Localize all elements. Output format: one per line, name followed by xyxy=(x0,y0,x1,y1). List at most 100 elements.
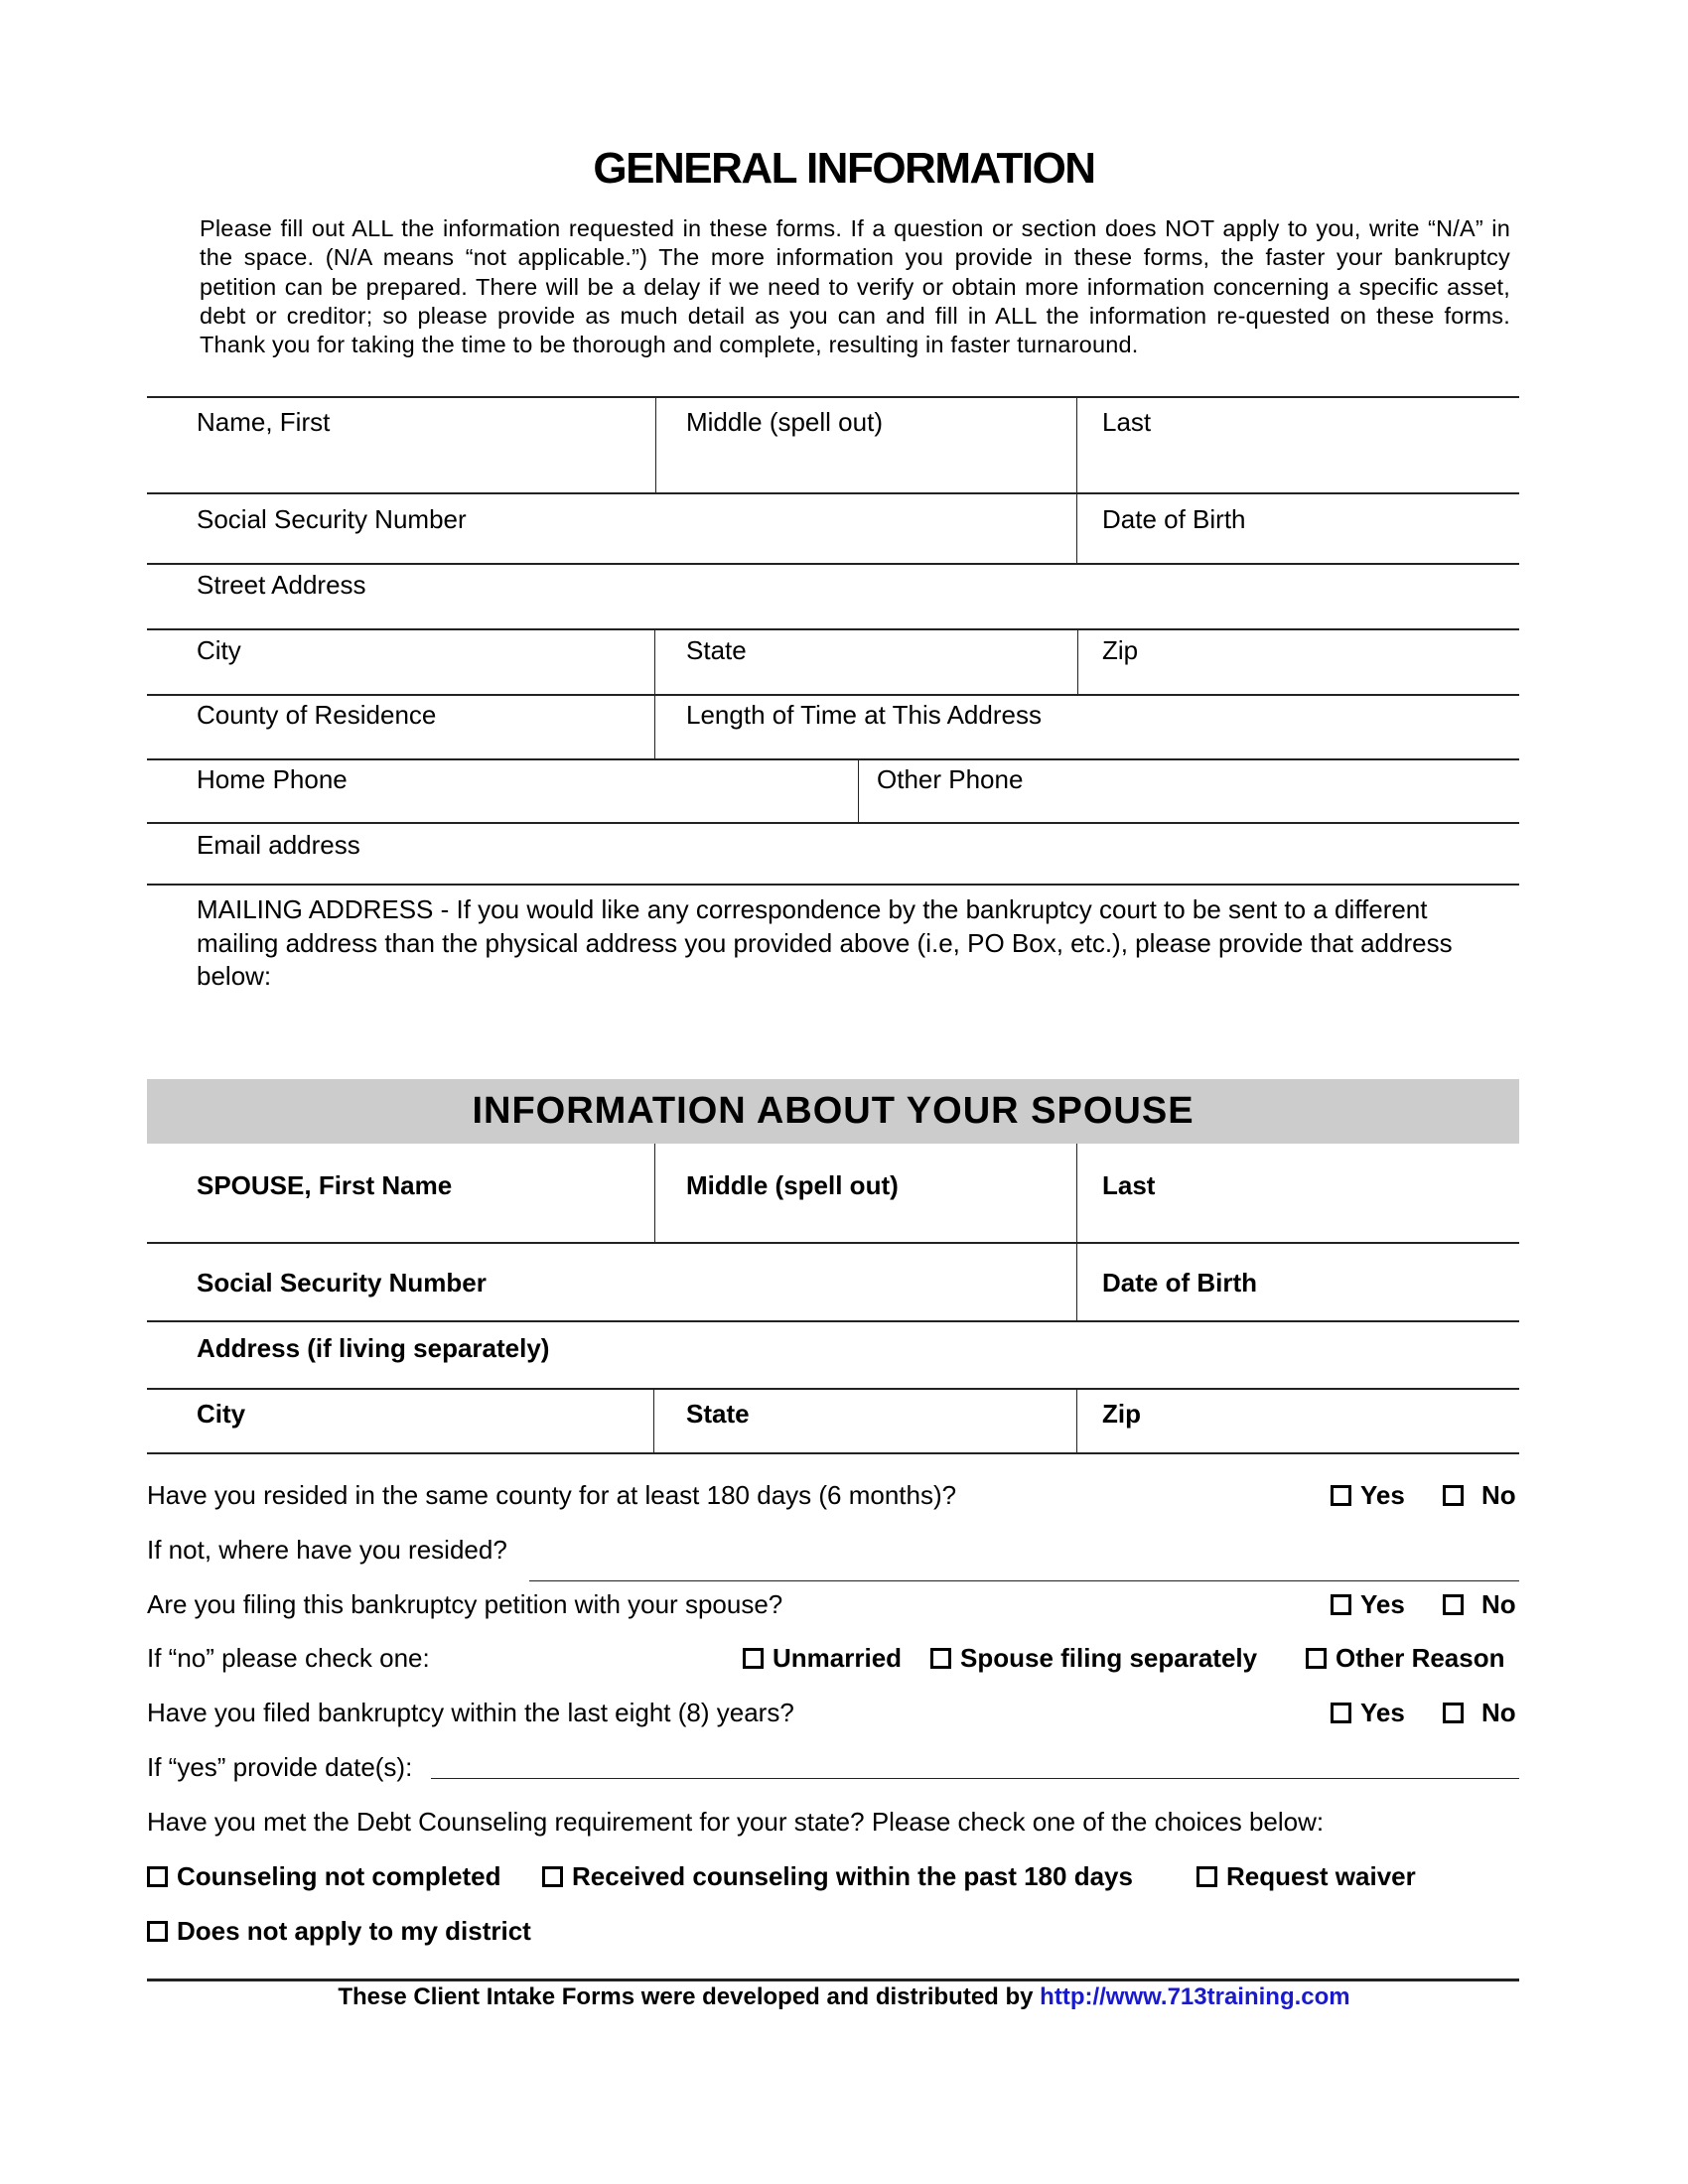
footer-text: These Client Intake Forms were developed… xyxy=(338,1983,1041,2010)
footer: These Client Intake Forms were developed… xyxy=(0,1983,1688,2011)
footer-divider xyxy=(147,1979,1519,1981)
home-phone-field[interactable]: Home Phone xyxy=(197,764,348,795)
other-phone-field[interactable]: Other Phone xyxy=(877,764,1023,795)
filing-with-spouse-yes-checkbox[interactable]: Yes xyxy=(1331,1589,1405,1620)
spouse-state-field[interactable]: State xyxy=(686,1399,750,1430)
email-field[interactable]: Email address xyxy=(197,830,360,861)
spouse-zip-field[interactable]: Zip xyxy=(1102,1399,1141,1430)
divider xyxy=(1076,397,1077,563)
spouse-filing-separately-label: Spouse filing separately xyxy=(960,1643,1258,1673)
spouse-dob-field[interactable]: Date of Birth xyxy=(1102,1268,1257,1298)
divider xyxy=(147,1320,1519,1322)
divider xyxy=(147,628,1519,630)
checkbox-icon xyxy=(1196,1866,1217,1887)
divider xyxy=(147,492,1519,494)
street-address-field[interactable]: Street Address xyxy=(197,570,366,601)
first-name-label: Name, First xyxy=(197,407,331,437)
last-name-label: Last xyxy=(1102,407,1152,437)
spouse-middle-name-field[interactable]: Middle (spell out) xyxy=(686,1170,899,1201)
filed-8-years-yes-checkbox[interactable]: Yes xyxy=(1331,1698,1405,1728)
spouse-filing-separately-checkbox[interactable]: Spouse filing separately xyxy=(930,1643,1257,1674)
divider xyxy=(147,822,1519,824)
yes-label: Yes xyxy=(1360,1480,1405,1510)
mailing-address-instructions: MAILING ADDRESS - If you would like any … xyxy=(197,894,1453,991)
checkbox-icon xyxy=(1443,1594,1464,1615)
received-counseling-checkbox[interactable]: Received counseling within the past 180 … xyxy=(542,1861,1133,1892)
spouse-ssn-label: Social Security Number xyxy=(197,1268,487,1297)
resided-no-checkbox[interactable]: No xyxy=(1443,1480,1516,1511)
divider xyxy=(147,884,1519,886)
filing-with-spouse-no-checkbox[interactable]: No xyxy=(1443,1589,1516,1620)
ssn-field[interactable]: Social Security Number xyxy=(197,504,467,535)
question-resided-180-days: Have you resided in the same county for … xyxy=(147,1480,957,1510)
question-filing-with-spouse: Are you filing this bankruptcy petition … xyxy=(147,1589,783,1619)
spouse-zip-label: Zip xyxy=(1102,1399,1141,1429)
email-label: Email address xyxy=(197,830,360,860)
spouse-address-label: Address (if living separately) xyxy=(197,1333,550,1363)
checkbox-icon xyxy=(743,1648,764,1669)
divider xyxy=(858,759,859,822)
unmarried-checkbox[interactable]: Unmarried xyxy=(743,1643,902,1674)
divider xyxy=(653,1389,654,1452)
checkbox-icon xyxy=(1443,1703,1464,1723)
checkbox-icon xyxy=(542,1866,563,1887)
spouse-first-name-label: SPOUSE, First Name xyxy=(197,1170,453,1200)
received-counseling-label: Received counseling within the past 180 … xyxy=(572,1861,1133,1891)
where-resided-input-line[interactable] xyxy=(529,1580,1519,1581)
divider xyxy=(147,758,1519,760)
unmarried-label: Unmarried xyxy=(773,1643,903,1673)
spouse-ssn-field[interactable]: Social Security Number xyxy=(197,1268,487,1298)
question-debt-counseling: Have you met the Debt Counseling require… xyxy=(147,1807,1325,1837)
no-label: No xyxy=(1481,1589,1516,1619)
does-not-apply-label: Does not apply to my district xyxy=(177,1916,531,1946)
checkbox-icon xyxy=(1331,1703,1351,1723)
divider xyxy=(1076,1389,1077,1452)
does-not-apply-checkbox[interactable]: Does not apply to my district xyxy=(147,1916,531,1947)
middle-name-field[interactable]: Middle (spell out) xyxy=(686,407,883,438)
divider xyxy=(147,694,1519,696)
middle-name-label: Middle (spell out) xyxy=(686,407,883,437)
filing-dates-input-line[interactable] xyxy=(431,1778,1519,1779)
spouse-city-field[interactable]: City xyxy=(197,1399,245,1430)
county-field[interactable]: County of Residence xyxy=(197,700,436,731)
no-label: No xyxy=(1481,1698,1516,1727)
divider xyxy=(1076,1144,1077,1320)
request-waiver-label: Request waiver xyxy=(1226,1861,1416,1891)
no-label: No xyxy=(1481,1480,1516,1510)
zip-field[interactable]: Zip xyxy=(1102,635,1138,666)
other-reason-checkbox[interactable]: Other Reason xyxy=(1306,1643,1505,1674)
spouse-first-name-field[interactable]: SPOUSE, First Name xyxy=(197,1170,452,1201)
city-label: City xyxy=(197,635,241,665)
spouse-state-label: State xyxy=(686,1399,750,1429)
spouse-section-title: INFORMATION ABOUT YOUR SPOUSE xyxy=(472,1090,1195,1132)
checkbox-icon xyxy=(930,1648,951,1669)
divider xyxy=(147,396,1519,398)
divider xyxy=(654,1144,655,1242)
other-phone-label: Other Phone xyxy=(877,764,1024,794)
first-name-field[interactable]: Name, First xyxy=(197,407,330,438)
divider xyxy=(147,1242,1519,1244)
city-field[interactable]: City xyxy=(197,635,241,666)
length-of-time-label: Length of Time at This Address xyxy=(686,700,1042,730)
counseling-not-completed-label: Counseling not completed xyxy=(177,1861,501,1891)
zip-label: Zip xyxy=(1102,635,1139,665)
ssn-label: Social Security Number xyxy=(197,504,467,534)
footer-link[interactable]: http://www.713training.com xyxy=(1040,1983,1349,2010)
spouse-address-field[interactable]: Address (if living separately) xyxy=(197,1333,549,1364)
checkbox-icon xyxy=(147,1921,168,1942)
resided-yes-checkbox[interactable]: Yes xyxy=(1331,1480,1405,1511)
street-address-label: Street Address xyxy=(197,570,366,600)
state-field[interactable]: State xyxy=(686,635,747,666)
checkbox-icon xyxy=(1331,1485,1351,1506)
request-waiver-checkbox[interactable]: Request waiver xyxy=(1196,1861,1416,1892)
divider xyxy=(1077,629,1078,694)
dob-field[interactable]: Date of Birth xyxy=(1102,504,1246,535)
last-name-field[interactable]: Last xyxy=(1102,407,1151,438)
filed-8-years-no-checkbox[interactable]: No xyxy=(1443,1698,1516,1728)
length-of-time-field[interactable]: Length of Time at This Address xyxy=(686,700,1042,731)
spouse-middle-name-label: Middle (spell out) xyxy=(686,1170,899,1200)
counseling-not-completed-checkbox[interactable]: Counseling not completed xyxy=(147,1861,500,1892)
divider xyxy=(147,1452,1519,1454)
checkbox-icon xyxy=(1306,1648,1327,1669)
spouse-last-name-field[interactable]: Last xyxy=(1102,1170,1155,1201)
